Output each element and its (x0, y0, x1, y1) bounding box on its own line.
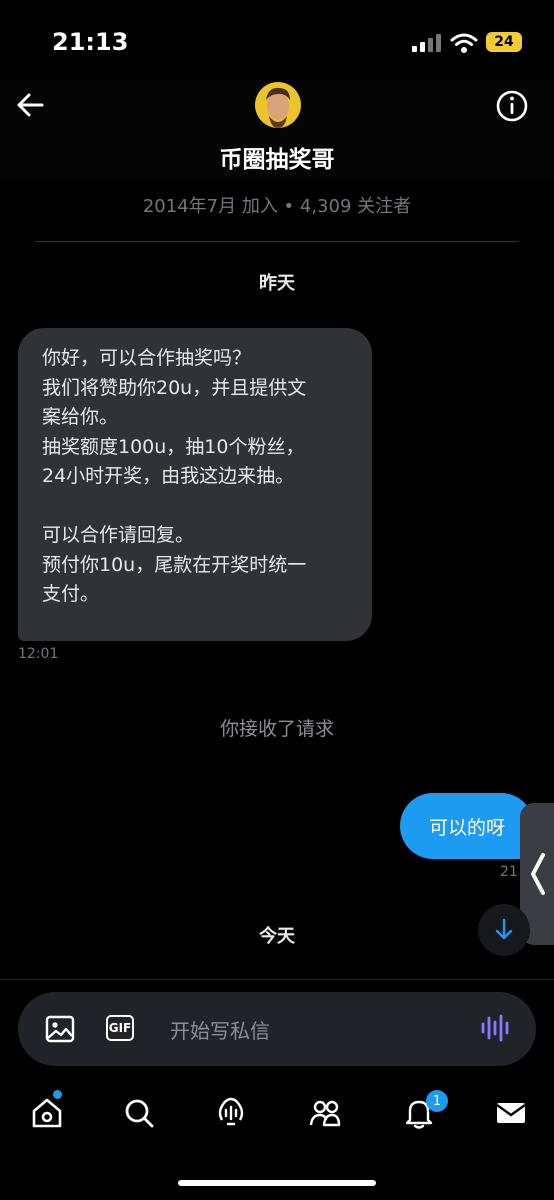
home-notification-dot (53, 1090, 62, 1099)
date-separator-yesterday: 昨天 (259, 273, 295, 294)
composer-divider (0, 979, 554, 980)
info-icon[interactable] (494, 88, 530, 124)
home-indicator (178, 1180, 376, 1186)
chevron-left-icon (531, 853, 545, 895)
message-composer[interactable] (18, 992, 536, 1066)
notification-badge: 1 (426, 1090, 448, 1112)
incoming-message-text: 你好，可以合作抽奖吗？ 我们将赞助你20u，并且提供文 案给你。 抽奖额度100… (42, 347, 307, 605)
communities-icon[interactable] (308, 1096, 342, 1130)
avatar-image (255, 82, 301, 128)
spaces-icon[interactable] (214, 1096, 248, 1130)
date-separator-today: 今天 (259, 926, 295, 947)
cellular-signal-icon (412, 34, 442, 52)
image-icon[interactable] (45, 1014, 75, 1044)
arrow-down-icon (495, 918, 513, 940)
contact-name[interactable]: 币圈抽奖哥 (0, 140, 554, 174)
home-icon[interactable] (30, 1096, 64, 1130)
system-notice: 你接收了请求 (219, 718, 334, 740)
wifi-icon (450, 33, 478, 53)
divider (35, 241, 519, 242)
voice-wave-icon[interactable] (480, 1012, 512, 1044)
messages-icon[interactable] (494, 1096, 528, 1130)
contact-meta: 2014年7月 加入 • 4,309 关注者 (142, 196, 412, 217)
search-icon[interactable] (122, 1096, 156, 1130)
gif-icon[interactable]: GIF (106, 1015, 134, 1041)
status-time: 21:13 (52, 28, 129, 56)
message-input[interactable]: 开始写私信 (170, 1015, 270, 1044)
gif-label: GIF (108, 1021, 132, 1035)
incoming-message-timestamp: 12:01 (18, 646, 59, 662)
outgoing-message-text: 可以的呀 (428, 817, 505, 839)
battery-level: 24 (494, 34, 514, 50)
outgoing-message-timestamp: 21 (500, 864, 518, 880)
battery-indicator: 24 (486, 32, 522, 52)
arrow-left-icon[interactable] (14, 88, 48, 122)
avatar[interactable] (255, 82, 301, 128)
